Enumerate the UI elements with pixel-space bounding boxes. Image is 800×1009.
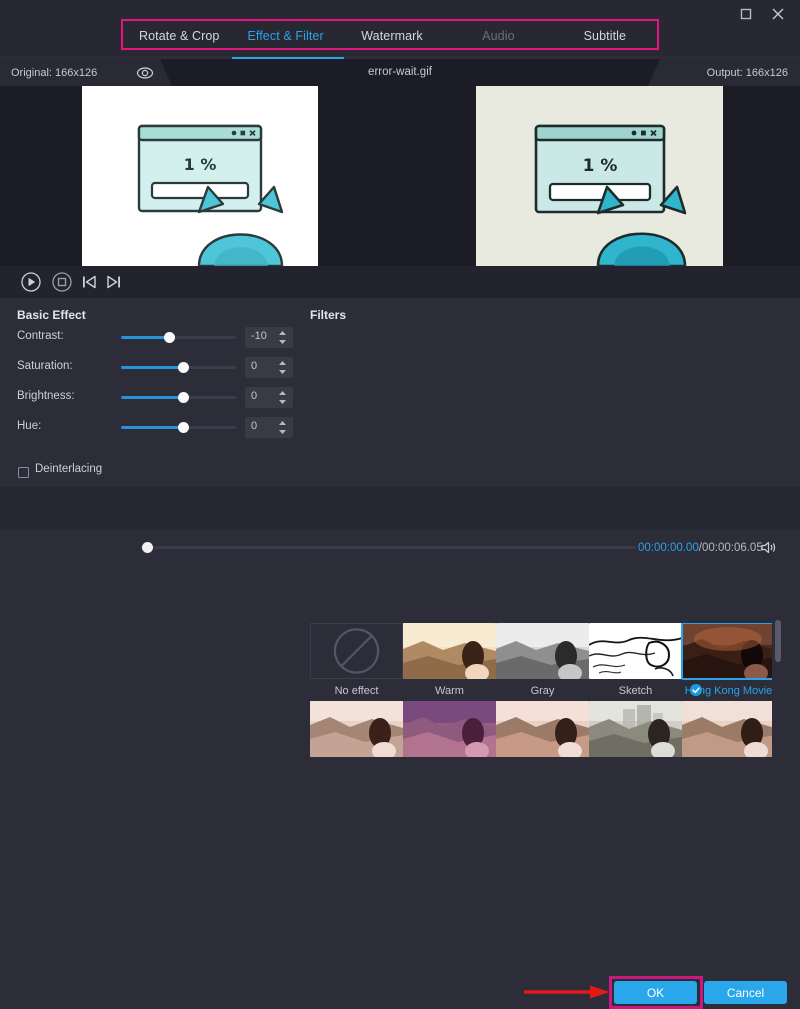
tab-bar: Rotate & Crop Effect & Filter Watermark …: [126, 22, 658, 50]
filter-label: Gray: [496, 685, 589, 697]
filter-item-purple[interactable]: [403, 701, 496, 763]
saturation-slider-fill: [121, 366, 183, 369]
output-size-label: Output: 166x126: [707, 67, 788, 79]
hue-label: Hue:: [17, 420, 41, 432]
title-bar: Rotate & Crop Effect & Filter Watermark …: [0, 0, 800, 56]
preview-info-bar: error-wait.gif Original: 166x126 Output:…: [0, 59, 800, 86]
filter-item-warm[interactable]: Warm: [403, 623, 496, 697]
svg-text:1 %: 1 %: [184, 155, 217, 174]
filters-grid: No effect Warm: [310, 623, 772, 783]
tab-watermark[interactable]: Watermark: [339, 22, 445, 50]
total-time-label: 00:00:06.05: [702, 542, 763, 554]
contrast-value: -10: [251, 330, 267, 342]
window-controls: [732, 2, 792, 26]
tab-audio: Audio: [445, 22, 551, 50]
slider-row-brightness: Brightness: 0: [17, 388, 283, 408]
close-icon[interactable]: [764, 2, 792, 26]
filter-thumbnail: [682, 701, 772, 757]
next-frame-icon[interactable]: [103, 271, 125, 293]
timeline-playhead[interactable]: [142, 542, 153, 553]
cancel-button[interactable]: Cancel: [704, 981, 787, 1004]
time-display: 00:00:00.00/00:00:06.05: [638, 532, 763, 564]
transport-bar: 00:00:00.00/00:00:06.05: [0, 266, 800, 298]
contrast-label: Contrast:: [17, 330, 64, 342]
saturation-value: 0: [251, 360, 257, 372]
slider-row-saturation: Saturation: 0: [17, 358, 283, 378]
tab-subtitle[interactable]: Subtitle: [552, 22, 658, 50]
filter-thumbnail: [403, 701, 496, 757]
filter-item-pink[interactable]: [496, 701, 589, 763]
filter-label: No effect: [310, 685, 403, 697]
brightness-value: 0: [251, 390, 257, 402]
deinterlacing-label: Deinterlacing: [35, 463, 102, 475]
contrast-stepper[interactable]: -10: [245, 327, 293, 348]
output-preview: 1 %: [476, 86, 723, 266]
tab-effect-filter[interactable]: Effect & Filter: [232, 22, 338, 50]
footer-bar: OK Cancel: [0, 485, 800, 529]
deinterlacing-checkbox[interactable]: [18, 467, 29, 478]
filter-selected-check-icon: [690, 683, 702, 695]
filter-item-city[interactable]: [589, 701, 682, 763]
saturation-label: Saturation:: [17, 360, 73, 372]
filter-thumbnail: [310, 701, 403, 757]
svg-text:1 %: 1 %: [583, 156, 618, 176]
previous-frame-icon[interactable]: [78, 271, 100, 293]
maximize-icon[interactable]: [732, 2, 760, 26]
filter-item-gray[interactable]: Gray: [496, 623, 589, 697]
current-time-label: 00:00:00.00: [638, 542, 699, 554]
contrast-slider-knob[interactable]: [164, 332, 175, 343]
filters-title: Filters: [310, 308, 346, 322]
brightness-label: Brightness:: [17, 390, 75, 402]
filter-thumbnail: [589, 701, 682, 757]
filter-thumbnail: [403, 623, 496, 679]
ok-button[interactable]: OK: [614, 981, 697, 1004]
lower-panel: Basic Effect Contrast: -10 Saturation: 0: [0, 298, 800, 485]
basic-effect-title: Basic Effect: [17, 308, 86, 322]
slider-row-hue: Hue: 0: [17, 418, 283, 438]
stop-icon[interactable]: [51, 271, 73, 293]
saturation-slider-knob[interactable]: [178, 362, 189, 373]
brightness-stepper[interactable]: 0: [245, 387, 293, 408]
filter-thumbnail: [310, 623, 403, 679]
stepper-arrows-icon[interactable]: [278, 330, 287, 345]
filter-item-plain[interactable]: [682, 701, 772, 763]
filters-scrollbar[interactable]: [775, 620, 781, 662]
brightness-slider-knob[interactable]: [178, 392, 189, 403]
filter-item-no-effect[interactable]: No effect: [310, 623, 403, 697]
output-size-chip: Output: 166x126: [648, 59, 800, 86]
hue-slider-fill: [121, 426, 183, 429]
hue-value: 0: [251, 420, 257, 432]
filter-thumbnail: [496, 623, 589, 679]
contrast-slider-fill: [121, 336, 169, 339]
original-size-label: Original: 166x126: [11, 67, 97, 79]
stepper-arrows-icon[interactable]: [278, 390, 287, 405]
stepper-arrows-icon[interactable]: [278, 360, 287, 375]
annotation-arrow: [524, 985, 610, 999]
eye-icon[interactable]: [136, 64, 154, 82]
filter-item-sketch[interactable]: Sketch: [589, 623, 682, 697]
preview-area: 1 % 1 %: [0, 86, 800, 266]
slider-row-contrast: Contrast: -10: [17, 328, 283, 348]
filter-item-hong-kong-movie[interactable]: Hong Kong Movie: [682, 623, 772, 697]
play-icon[interactable]: [20, 271, 42, 293]
volume-icon[interactable]: [760, 540, 777, 555]
tab-rotate-crop[interactable]: Rotate & Crop: [126, 22, 232, 50]
filter-thumbnail: [496, 701, 589, 757]
timeline-track[interactable]: [141, 546, 636, 549]
original-preview: 1 %: [82, 86, 318, 266]
hue-stepper[interactable]: 0: [245, 417, 293, 438]
filter-label: Warm: [403, 685, 496, 697]
saturation-stepper[interactable]: 0: [245, 357, 293, 378]
hue-slider-knob[interactable]: [178, 422, 189, 433]
filter-thumbnail: [682, 623, 772, 679]
filter-thumbnail: [589, 623, 682, 679]
stepper-arrows-icon[interactable]: [278, 420, 287, 435]
effect-filter-dialog: Rotate & Crop Effect & Filter Watermark …: [0, 0, 800, 528]
brightness-slider-fill: [121, 396, 183, 399]
filter-item-soft[interactable]: [310, 701, 403, 763]
filter-label: Sketch: [589, 685, 682, 697]
